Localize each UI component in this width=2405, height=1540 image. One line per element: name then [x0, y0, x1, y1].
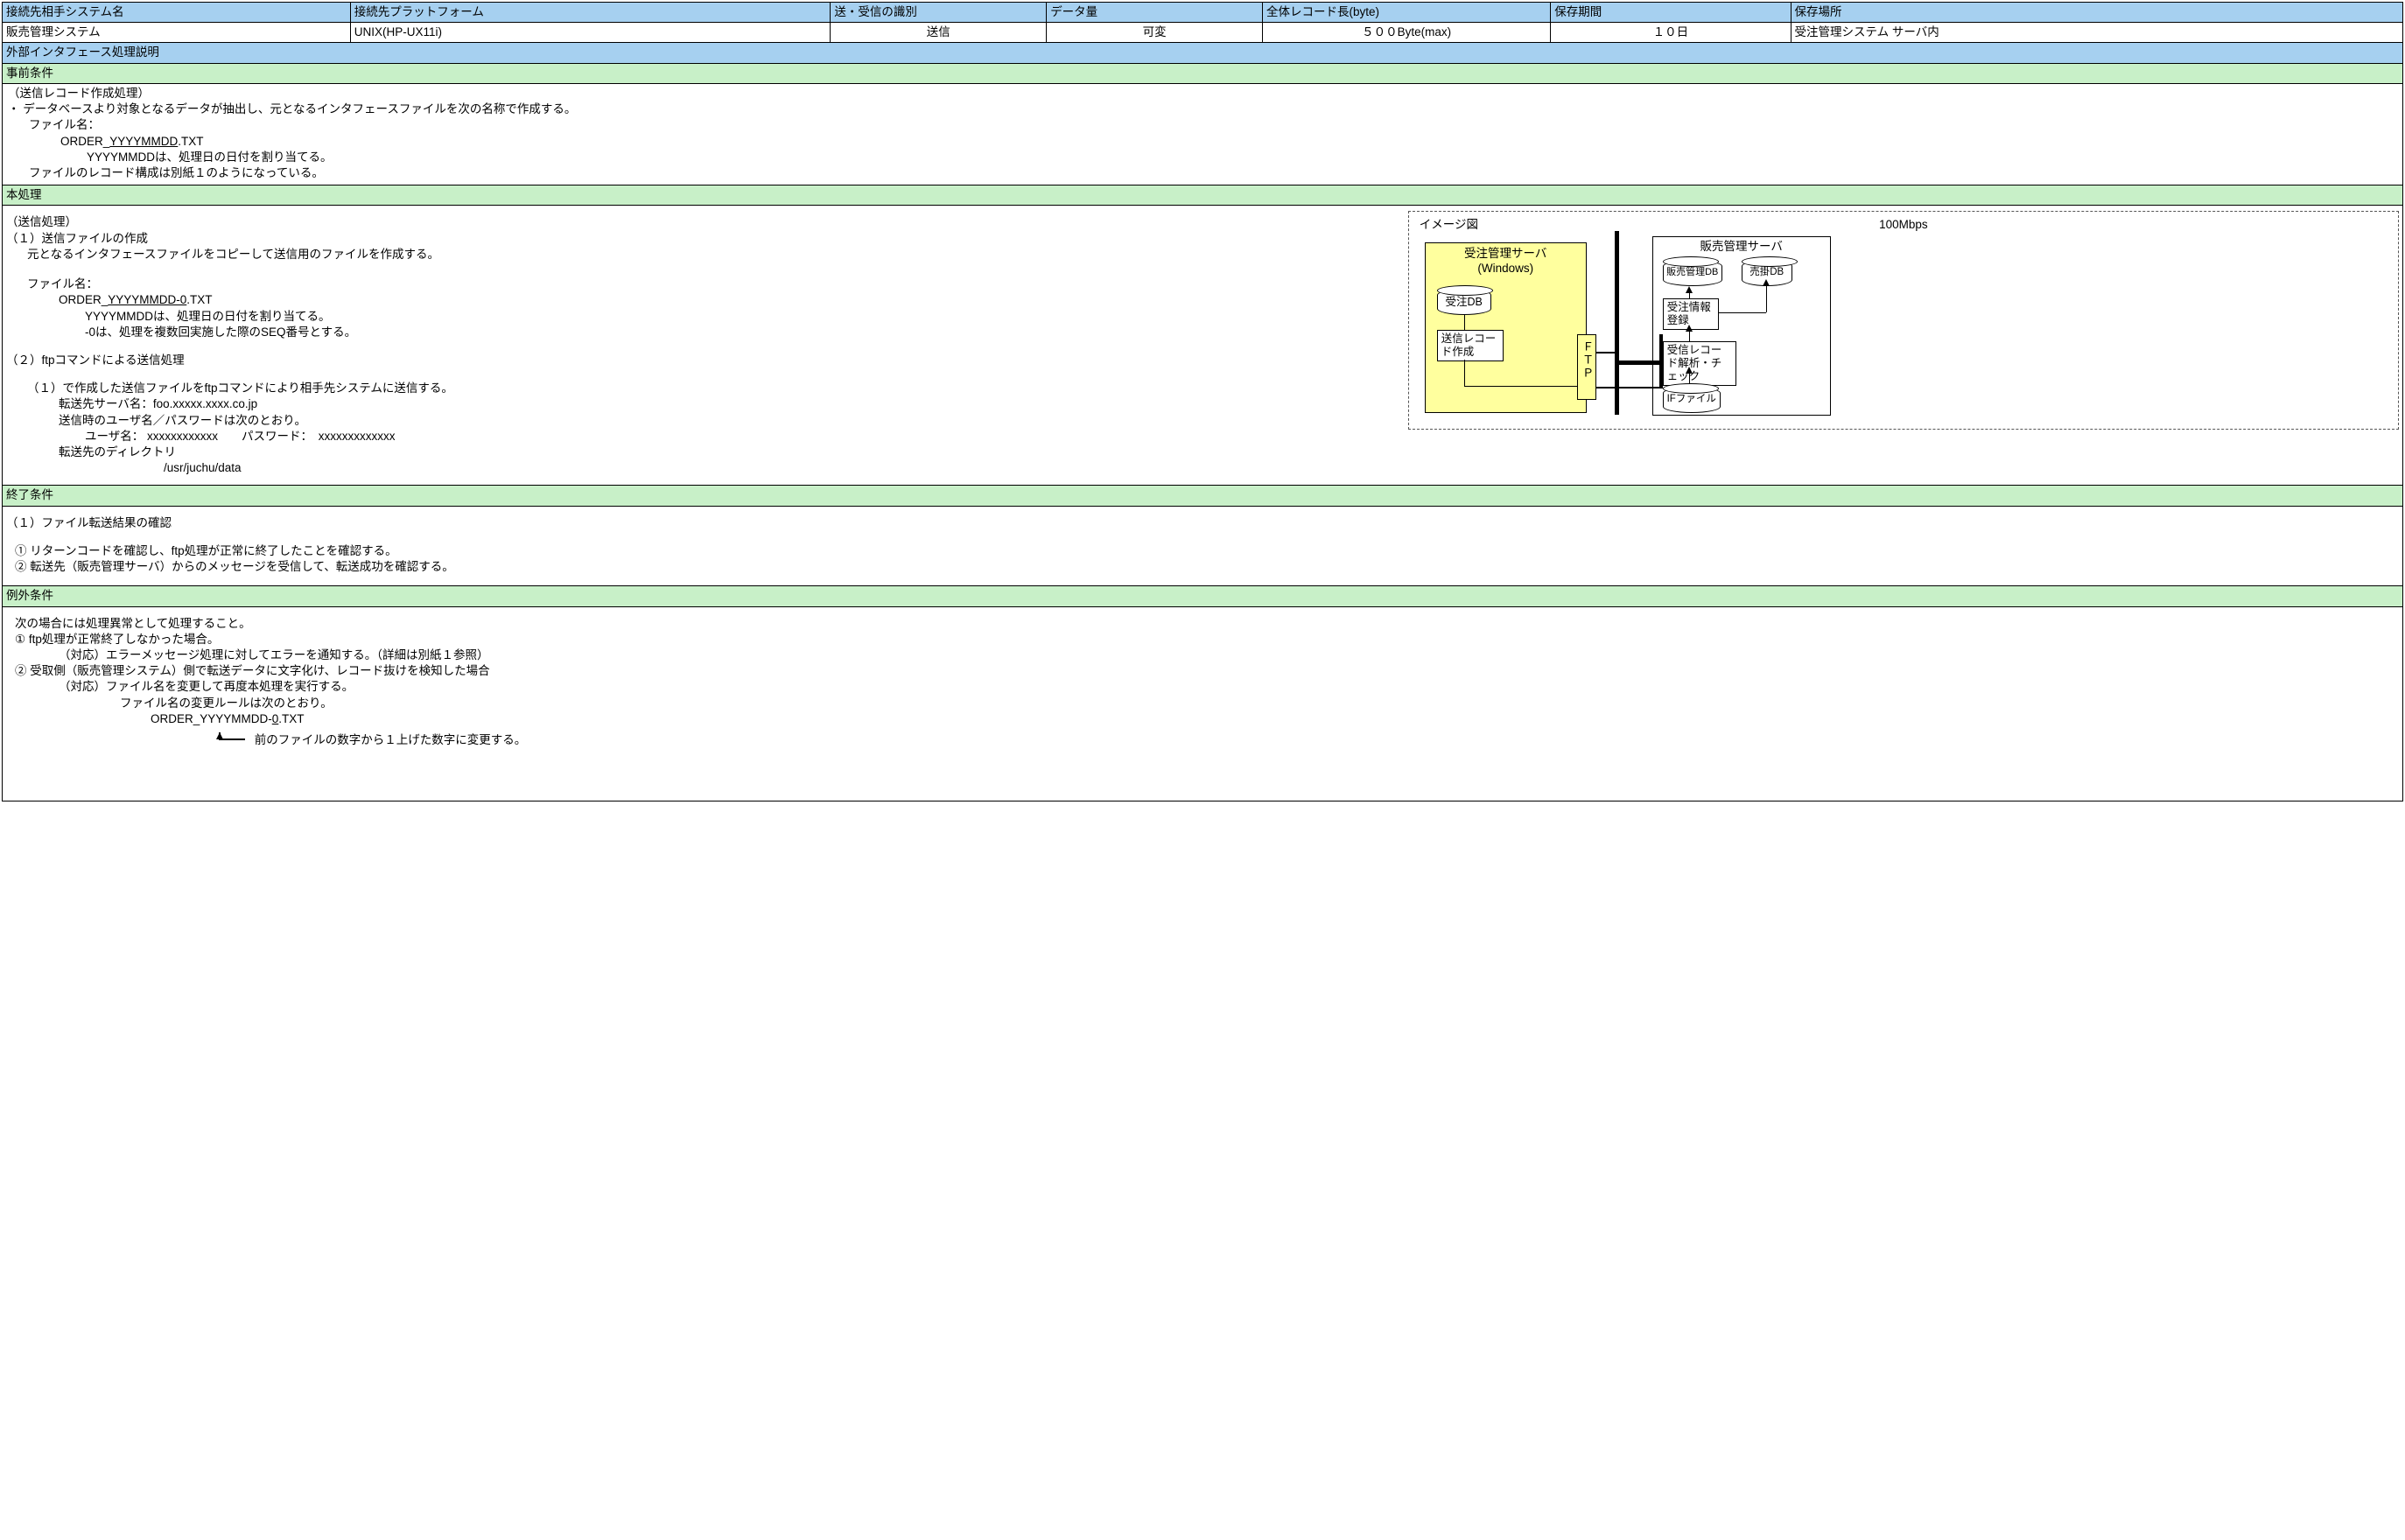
- end-cond-body: （１）ファイル転送結果の確認 ① リターンコードを確認し、ftp処理が正常に終了…: [3, 506, 2403, 586]
- exception-body: 次の場合には処理異常として処理すること。 ① ftp処理が正常終了しなかった場合…: [3, 606, 2403, 802]
- val-platform: UNIX(HP-UX11i): [350, 23, 831, 43]
- main-proc-body: （送信処理） （１）送信ファイルの作成 元となるインタフェースファイルをコピーし…: [3, 206, 2403, 486]
- architecture-diagram: イメージ図 100Mbps 受注管理サーバ(Windows) 受注DB 送信レコ…: [1408, 211, 2399, 430]
- main-l2: （１）送信ファイルの作成: [6, 231, 1394, 247]
- send-record-proc: 送信レコード作成: [1437, 330, 1504, 361]
- if-file-icon: IFファイル: [1663, 387, 1721, 413]
- end-l1: （１）ファイル転送結果の確認: [6, 515, 2399, 531]
- section-end-cond: 終了条件: [3, 486, 2403, 506]
- main-l5: ORDER_YYYYMMDD-0.TXT: [6, 292, 1394, 308]
- hdr-retention: 保存期間: [1551, 3, 1791, 23]
- val-datavol: 可変: [1047, 23, 1263, 43]
- end-l3: ② 転送先（販売管理サーバ）からのメッセージを受信して、転送成功を確認する。: [6, 559, 2399, 575]
- diag-title: イメージ図: [1420, 217, 1478, 233]
- pre-l3: ファイル名：: [8, 117, 2397, 133]
- hdr-datavol: データ量: [1047, 3, 1263, 23]
- main-l8: （２）ftpコマンドによる送信処理: [6, 353, 1394, 368]
- sales-server-name: 販売管理サーバ: [1653, 237, 1830, 256]
- exc-l1: 次の場合には処理異常として処理すること。: [6, 616, 2399, 632]
- main-l9: （１）で作成した送信ファイルをftpコマンドにより相手先システムに送信する。: [6, 381, 1394, 396]
- main-l7: -0は、処理を複数回実施した際のSEQ番号とする。: [6, 325, 1394, 340]
- spec-document: 接続先相手システム名 接続先プラットフォーム 送・受信の識別 データ量 全体レコ…: [2, 2, 2403, 802]
- section-precondition: 事前条件: [3, 63, 2403, 83]
- section-exception: 例外条件: [3, 586, 2403, 606]
- main-l10: 転送先サーバ名：foo.xxxxx.xxxx.co.jp: [6, 396, 1394, 412]
- main-l4: ファイル名：: [6, 276, 1394, 292]
- section-main-proc: 本処理: [3, 186, 2403, 206]
- exc-l4: ② 受取側（販売管理システム）側で転送データに文字化け、レコード抜けを検知した場…: [6, 663, 2399, 679]
- main-l14: /usr/juchu/data: [6, 460, 1394, 476]
- end-l2: ① リターンコードを確認し、ftp処理が正常に終了したことを確認する。: [6, 543, 2399, 559]
- exc-l7: ORDER_YYYYMMDD-0.TXT: [6, 711, 2399, 727]
- recv-check-proc: 受信レコード解析・チェック: [1663, 341, 1736, 386]
- main-l12: ユーザ名： xxxxxxxxxxxx パスワード： xxxxxxxxxxxxx: [6, 429, 1394, 444]
- val-system: 販売管理システム: [3, 23, 351, 43]
- exc-l8: 前のファイルの数字から１上げた数字に変更する。: [255, 733, 527, 746]
- pre-l6: ファイルのレコード構成は別紙１のようになっている。: [8, 165, 2397, 181]
- val-location: 受注管理システム サーバ内: [1791, 23, 2403, 43]
- pre-l2: ・ データベースより対象となるデータが抽出し、元となるインタフェースファイルを次…: [8, 102, 2397, 117]
- val-retention: １０日: [1551, 23, 1791, 43]
- exc-l6: ファイル名の変更ルールは次のとおり。: [6, 696, 2399, 711]
- exc-l5: （対応）ファイル名を変更して再度本処理を実行する。: [6, 679, 2399, 695]
- hdr-direction: 送・受信の識別: [831, 3, 1047, 23]
- hdr-reclen: 全体レコード長(byte): [1263, 3, 1551, 23]
- diag-speed: 100Mbps: [1879, 217, 1928, 233]
- up-arrow-icon: [207, 732, 251, 748]
- hdr-system: 接続先相手システム名: [3, 3, 351, 23]
- pre-l4: ORDER_YYYYMMDD.TXT: [8, 134, 2397, 150]
- main-l3: 元となるインタフェースファイルをコピーして送信用のファイルを作成する。: [6, 247, 1394, 262]
- val-reclen: ５００Byte(max): [1263, 23, 1551, 43]
- ftp-box: ＦＴＰ: [1577, 334, 1596, 400]
- sales-mgmt-db-icon: 販売管理DB: [1663, 260, 1722, 286]
- hdr-location: 保存場所: [1791, 3, 2403, 23]
- order-server-name: 受注管理サーバ(Windows): [1426, 247, 1586, 275]
- precondition-body: （送信レコード作成処理） ・ データベースより対象となるデータが抽出し、元となる…: [3, 83, 2403, 185]
- exc-l2: ① ftp処理が正常終了しなかった場合。: [6, 632, 2399, 648]
- pre-l1: （送信レコード作成処理）: [8, 86, 2397, 102]
- val-direction: 送信: [831, 23, 1047, 43]
- main-l6: YYYYMMDDは、処理日の日付を割り当てる。: [6, 309, 1394, 325]
- section-interface-desc: 外部インタフェース処理説明: [3, 43, 2403, 63]
- pre-l5: YYYYMMDDは、処理日の日付を割り当てる。: [8, 150, 2397, 165]
- order-db-icon: 受注DB: [1437, 289, 1491, 315]
- main-l13: 転送先のディレクトリ: [6, 444, 1394, 460]
- hdr-platform: 接続先プラットフォーム: [350, 3, 831, 23]
- exc-arrow-note: 前のファイルの数字から１上げた数字に変更する。: [6, 732, 526, 748]
- exc-l3: （対応）エラーメッセージ処理に対してエラーを通知する。（詳細は別紙１参照）: [6, 648, 2399, 663]
- main-l11: 送信時のユーザ名／パスワードは次のとおり。: [6, 413, 1394, 429]
- main-l1: （送信処理）: [6, 214, 1394, 230]
- order-mgmt-server-box: 受注管理サーバ(Windows): [1425, 242, 1587, 413]
